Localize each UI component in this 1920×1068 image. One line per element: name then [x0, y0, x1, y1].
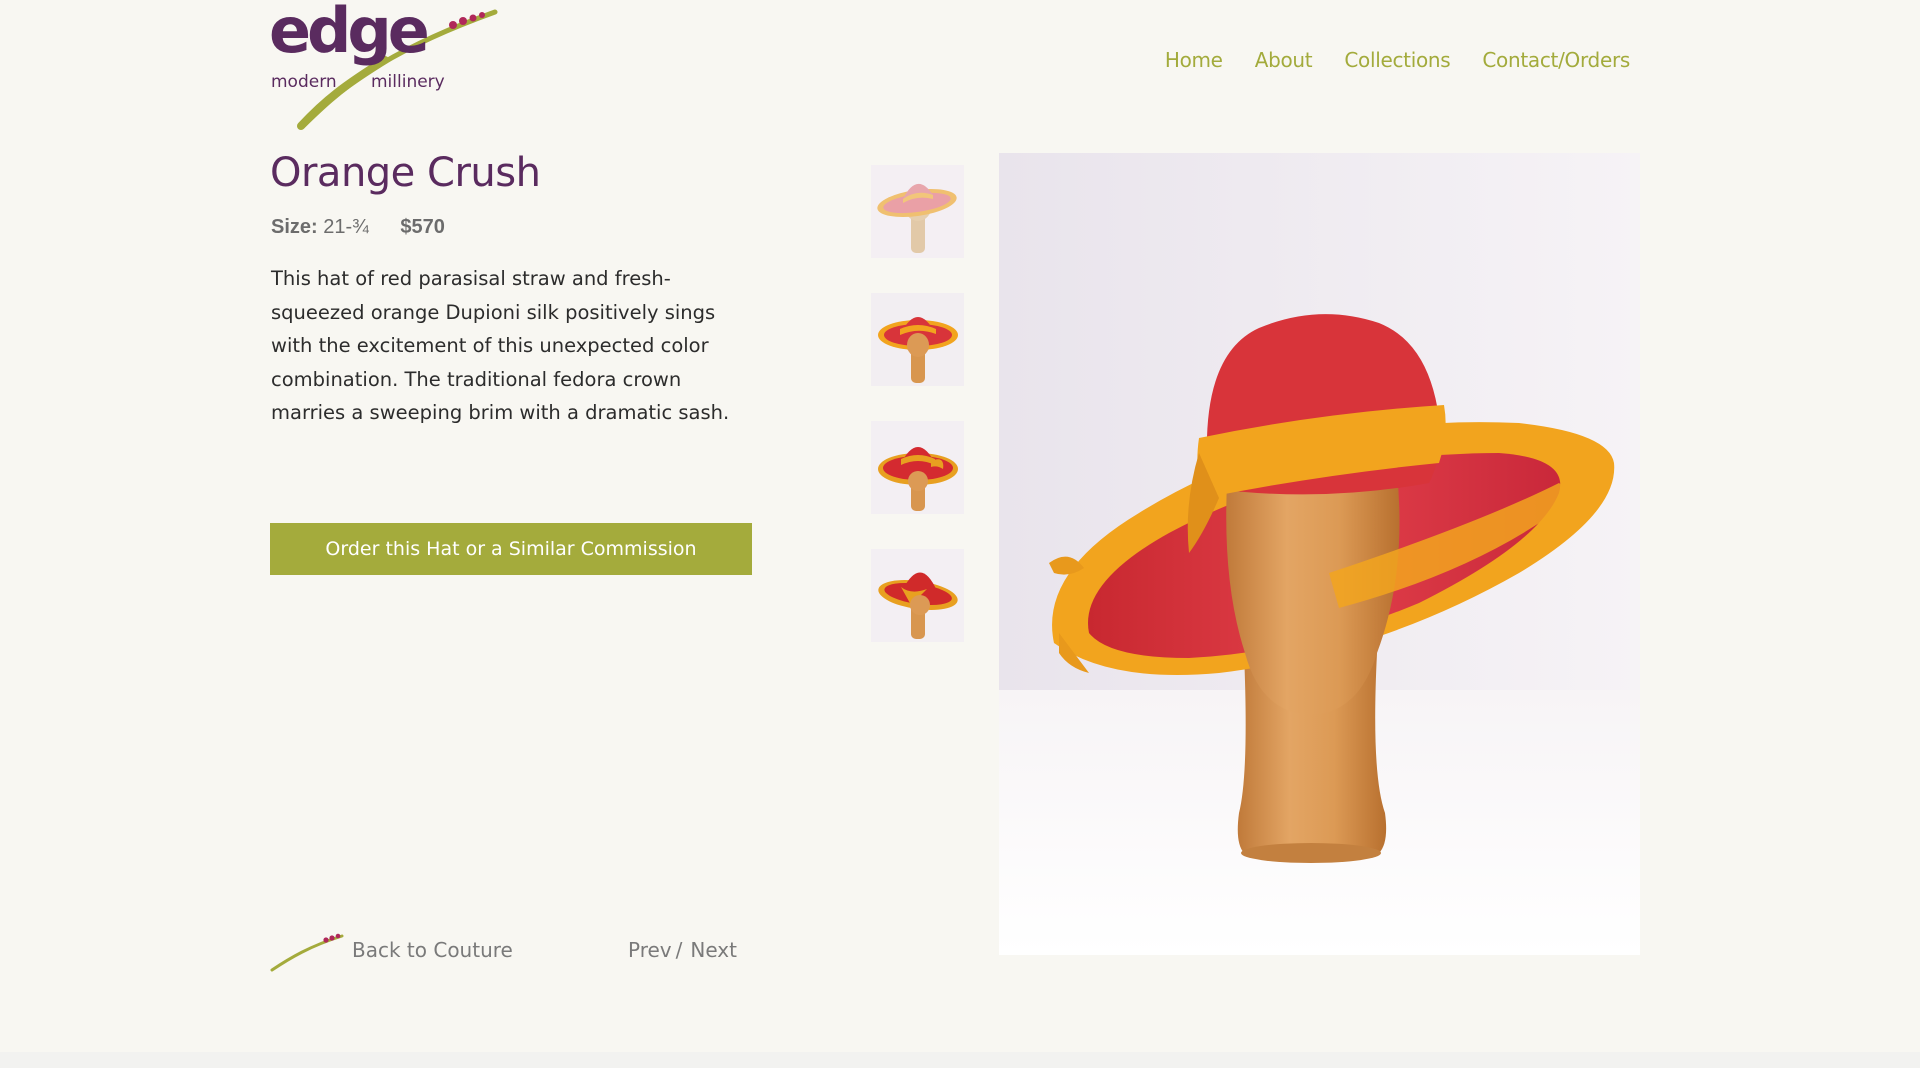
nav-contact-orders[interactable]: Contact/Orders [1482, 48, 1630, 72]
next-link[interactable]: Next [690, 938, 737, 962]
back-to-couture-label: Back to Couture [352, 938, 513, 962]
thumbnail-4[interactable] [871, 549, 964, 642]
hat-thumbnail-icon [871, 421, 964, 514]
thumbnail-1[interactable] [871, 165, 964, 258]
hat-thumbnail-icon [871, 549, 964, 642]
hat-on-mannequin-image [999, 153, 1640, 955]
size-label: Size: [271, 216, 318, 238]
back-to-couture-link[interactable]: Back to Couture [270, 928, 513, 972]
thumbnail-2[interactable] [871, 293, 964, 386]
product-price: $570 [400, 216, 445, 238]
nav-home[interactable]: Home [1165, 48, 1223, 72]
logo-sub-left: modern [271, 72, 337, 92]
logo-wordmark: edge [269, 0, 430, 67]
product-description: This hat of red parasisal straw and fres… [271, 267, 730, 424]
logo-sub-right: millinery [371, 72, 445, 92]
pager: Prev / Next [628, 938, 737, 962]
prev-link[interactable]: Prev [628, 938, 672, 962]
product-title: Orange Crush [270, 150, 541, 196]
brand-logo[interactable]: edge modern millinery [265, 0, 505, 130]
order-button[interactable]: Order this Hat or a Similar Commission [270, 523, 752, 575]
pager-separator: / [675, 938, 683, 962]
sprig-icon [270, 933, 344, 972]
main-nav: Home About Collections Contact/Orders [1165, 48, 1630, 72]
hat-thumbnail-icon [871, 165, 964, 258]
footer-strip [0, 1052, 1920, 1068]
thumbnail-3[interactable] [871, 421, 964, 514]
product-meta: Size: 21-¾ $570 [271, 216, 445, 239]
hat-thumbnail-icon [871, 293, 964, 386]
main-product-image[interactable] [999, 153, 1640, 955]
nav-collections[interactable]: Collections [1344, 48, 1450, 72]
size-value: 21-¾ [323, 216, 369, 238]
nav-about[interactable]: About [1255, 48, 1313, 72]
